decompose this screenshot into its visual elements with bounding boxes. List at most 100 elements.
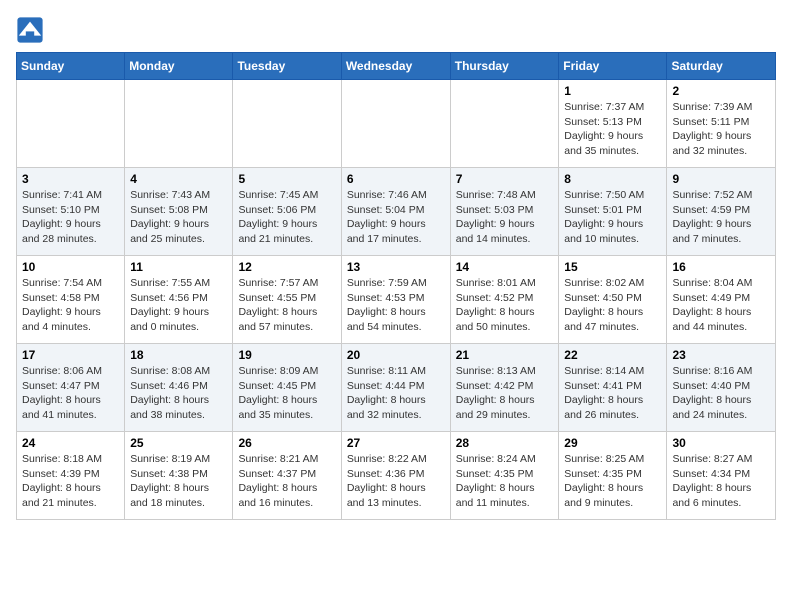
calendar-cell [450,80,559,168]
calendar-cell: 3 Sunrise: 7:41 AM Sunset: 5:10 PM Daylig… [17,168,125,256]
week-row-4: 17 Sunrise: 8:06 AM Sunset: 4:47 PM Dayli… [17,344,776,432]
day-content: Sunrise: 7:46 AM Sunset: 5:04 PM Dayligh… [347,188,445,247]
calendar-cell: 7 Sunrise: 7:48 AM Sunset: 5:03 PM Daylig… [450,168,559,256]
header-friday: Friday [559,53,667,80]
day-content: Sunrise: 7:57 AM Sunset: 4:55 PM Dayligh… [238,276,335,335]
day-number: 6 [347,172,445,186]
header-tuesday: Tuesday [233,53,341,80]
day-content: Sunrise: 8:16 AM Sunset: 4:40 PM Dayligh… [672,364,770,423]
calendar-cell [125,80,233,168]
week-row-1: 1Sunrise: 7:37 AM Sunset: 5:13 PM Daylig… [17,80,776,168]
logo-icon [16,16,44,44]
calendar-cell: 9 Sunrise: 7:52 AM Sunset: 4:59 PM Daylig… [667,168,776,256]
day-content: Sunrise: 8:27 AM Sunset: 4:34 PM Dayligh… [672,452,770,511]
calendar-cell: 16 Sunrise: 8:04 AM Sunset: 4:49 PM Dayli… [667,256,776,344]
day-content: Sunrise: 8:21 AM Sunset: 4:37 PM Dayligh… [238,452,335,511]
day-number: 3 [22,172,119,186]
day-number: 30 [672,436,770,450]
day-number: 23 [672,348,770,362]
day-content: Sunrise: 7:41 AM Sunset: 5:10 PM Dayligh… [22,188,119,247]
logo [16,16,48,44]
calendar-cell [17,80,125,168]
calendar-cell: 4 Sunrise: 7:43 AM Sunset: 5:08 PM Daylig… [125,168,233,256]
day-content: Sunrise: 8:24 AM Sunset: 4:35 PM Dayligh… [456,452,554,511]
calendar-cell: 20 Sunrise: 8:11 AM Sunset: 4:44 PM Dayli… [341,344,450,432]
calendar-cell [341,80,450,168]
day-content: Sunrise: 7:37 AM Sunset: 5:13 PM Dayligh… [564,100,661,159]
day-content: Sunrise: 8:02 AM Sunset: 4:50 PM Dayligh… [564,276,661,335]
day-number: 11 [130,260,227,274]
day-number: 2 [672,84,770,98]
calendar-cell: 1Sunrise: 7:37 AM Sunset: 5:13 PM Daylig… [559,80,667,168]
day-number: 27 [347,436,445,450]
calendar-cell: 22 Sunrise: 8:14 AM Sunset: 4:41 PM Dayli… [559,344,667,432]
day-number: 10 [22,260,119,274]
day-content: Sunrise: 8:08 AM Sunset: 4:46 PM Dayligh… [130,364,227,423]
day-content: Sunrise: 8:13 AM Sunset: 4:42 PM Dayligh… [456,364,554,423]
calendar-cell: 8 Sunrise: 7:50 AM Sunset: 5:01 PM Daylig… [559,168,667,256]
calendar-cell: 2 Sunrise: 7:39 AM Sunset: 5:11 PM Daylig… [667,80,776,168]
week-row-5: 24 Sunrise: 8:18 AM Sunset: 4:39 PM Dayli… [17,432,776,520]
calendar-cell: 13 Sunrise: 7:59 AM Sunset: 4:53 PM Dayli… [341,256,450,344]
day-number: 22 [564,348,661,362]
calendar-cell: 14 Sunrise: 8:01 AM Sunset: 4:52 PM Dayli… [450,256,559,344]
calendar-cell: 19 Sunrise: 8:09 AM Sunset: 4:45 PM Dayli… [233,344,341,432]
day-content: Sunrise: 7:59 AM Sunset: 4:53 PM Dayligh… [347,276,445,335]
day-number: 4 [130,172,227,186]
day-number: 29 [564,436,661,450]
calendar-cell: 24 Sunrise: 8:18 AM Sunset: 4:39 PM Dayli… [17,432,125,520]
day-number: 5 [238,172,335,186]
day-content: Sunrise: 7:48 AM Sunset: 5:03 PM Dayligh… [456,188,554,247]
calendar-cell: 15 Sunrise: 8:02 AM Sunset: 4:50 PM Dayli… [559,256,667,344]
day-content: Sunrise: 8:04 AM Sunset: 4:49 PM Dayligh… [672,276,770,335]
day-content: Sunrise: 8:06 AM Sunset: 4:47 PM Dayligh… [22,364,119,423]
day-number: 25 [130,436,227,450]
week-row-3: 10 Sunrise: 7:54 AM Sunset: 4:58 PM Dayli… [17,256,776,344]
calendar-cell: 11 Sunrise: 7:55 AM Sunset: 4:56 PM Dayli… [125,256,233,344]
day-content: Sunrise: 8:14 AM Sunset: 4:41 PM Dayligh… [564,364,661,423]
day-content: Sunrise: 8:11 AM Sunset: 4:44 PM Dayligh… [347,364,445,423]
calendar-table: SundayMondayTuesdayWednesdayThursdayFrid… [16,52,776,520]
day-content: Sunrise: 8:19 AM Sunset: 4:38 PM Dayligh… [130,452,227,511]
day-content: Sunrise: 7:52 AM Sunset: 4:59 PM Dayligh… [672,188,770,247]
calendar-header-row: SundayMondayTuesdayWednesdayThursdayFrid… [17,53,776,80]
day-number: 20 [347,348,445,362]
calendar-cell: 6 Sunrise: 7:46 AM Sunset: 5:04 PM Daylig… [341,168,450,256]
calendar-cell: 26Sunrise: 8:21 AM Sunset: 4:37 PM Dayli… [233,432,341,520]
day-number: 9 [672,172,770,186]
day-content: Sunrise: 7:45 AM Sunset: 5:06 PM Dayligh… [238,188,335,247]
header-saturday: Saturday [667,53,776,80]
day-number: 8 [564,172,661,186]
day-number: 17 [22,348,119,362]
calendar-cell: 28 Sunrise: 8:24 AM Sunset: 4:35 PM Dayli… [450,432,559,520]
day-content: Sunrise: 7:54 AM Sunset: 4:58 PM Dayligh… [22,276,119,335]
day-content: Sunrise: 7:50 AM Sunset: 5:01 PM Dayligh… [564,188,661,247]
header-sunday: Sunday [17,53,125,80]
day-content: Sunrise: 8:01 AM Sunset: 4:52 PM Dayligh… [456,276,554,335]
day-number: 19 [238,348,335,362]
header-wednesday: Wednesday [341,53,450,80]
calendar-cell [233,80,341,168]
day-number: 14 [456,260,554,274]
calendar-cell: 25 Sunrise: 8:19 AM Sunset: 4:38 PM Dayli… [125,432,233,520]
calendar-cell: 21Sunrise: 8:13 AM Sunset: 4:42 PM Dayli… [450,344,559,432]
day-number: 18 [130,348,227,362]
day-content: Sunrise: 7:39 AM Sunset: 5:11 PM Dayligh… [672,100,770,159]
day-number: 15 [564,260,661,274]
day-number: 13 [347,260,445,274]
calendar-cell: 18 Sunrise: 8:08 AM Sunset: 4:46 PM Dayli… [125,344,233,432]
calendar-cell: 12 Sunrise: 7:57 AM Sunset: 4:55 PM Dayli… [233,256,341,344]
day-content: Sunrise: 8:18 AM Sunset: 4:39 PM Dayligh… [22,452,119,511]
calendar-cell: 10 Sunrise: 7:54 AM Sunset: 4:58 PM Dayli… [17,256,125,344]
day-number: 24 [22,436,119,450]
day-number: 28 [456,436,554,450]
day-content: Sunrise: 7:43 AM Sunset: 5:08 PM Dayligh… [130,188,227,247]
day-number: 7 [456,172,554,186]
day-content: Sunrise: 7:55 AM Sunset: 4:56 PM Dayligh… [130,276,227,335]
day-number: 16 [672,260,770,274]
day-number: 12 [238,260,335,274]
header-monday: Monday [125,53,233,80]
calendar-cell: 29Sunrise: 8:25 AM Sunset: 4:35 PM Dayli… [559,432,667,520]
day-content: Sunrise: 8:22 AM Sunset: 4:36 PM Dayligh… [347,452,445,511]
day-content: Sunrise: 8:09 AM Sunset: 4:45 PM Dayligh… [238,364,335,423]
